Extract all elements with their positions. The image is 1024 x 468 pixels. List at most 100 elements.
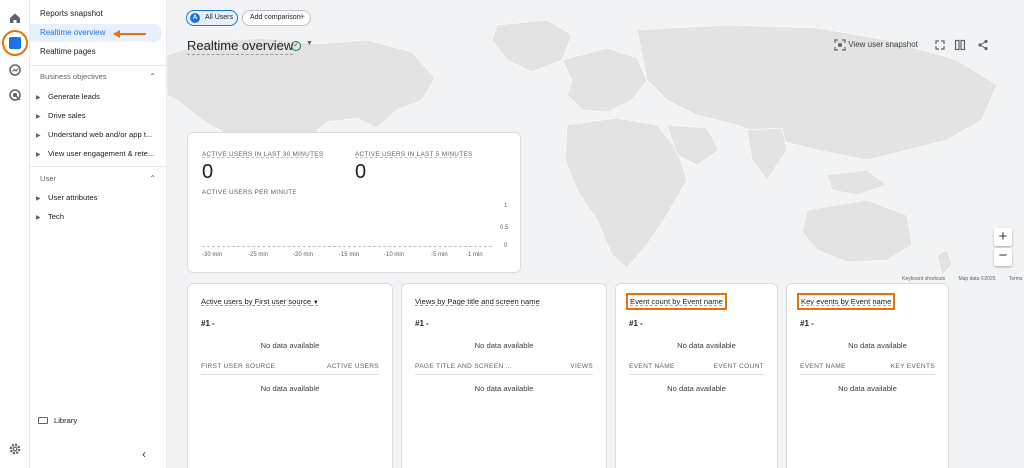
x-tick: -25 min bbox=[248, 252, 269, 258]
column-header: ACTIVE USERS bbox=[327, 363, 379, 370]
nav-link-reports-snapshot[interactable]: Reports snapshot bbox=[30, 5, 162, 23]
chevron-up-icon: ⌃ bbox=[149, 72, 156, 81]
column-header: PAGE TITLE AND SCREEN ... bbox=[415, 363, 513, 370]
metric-selector[interactable]: Active users bbox=[201, 297, 242, 306]
settings-icon[interactable] bbox=[8, 442, 22, 456]
nav-item-tech[interactable]: ▶ Tech bbox=[36, 209, 162, 225]
y-tick: 1 bbox=[504, 203, 508, 209]
column-header: EVENT NAME bbox=[629, 363, 675, 370]
divider bbox=[800, 374, 935, 375]
divider bbox=[629, 374, 764, 375]
nav-item-label: Understand web and/or app t... bbox=[48, 130, 153, 139]
per-minute-label: ACTIVE USERS PER MINUTE bbox=[202, 189, 297, 196]
divider bbox=[415, 374, 593, 375]
chevron-down-icon[interactable]: ▼ bbox=[311, 300, 319, 306]
nav-section-title: User bbox=[40, 174, 57, 183]
zoom-out-button[interactable]: − bbox=[994, 248, 1012, 266]
home-icon[interactable] bbox=[5, 8, 25, 28]
nav-item-label: Generate leads bbox=[48, 92, 100, 101]
no-data-text: No data available bbox=[474, 384, 534, 393]
rank-label: #1 - bbox=[415, 319, 429, 328]
reports-nav: Reports snapshot Realtime overview Realt… bbox=[30, 0, 167, 468]
no-data-text: No data available bbox=[260, 341, 320, 350]
chevron-down-icon[interactable]: ▼ bbox=[306, 40, 313, 47]
realtime-users-card: ACTIVE USERS IN LAST 30 MINUTES 0 ACTIVE… bbox=[187, 132, 521, 273]
column-header: KEY EVENTS bbox=[890, 363, 935, 370]
view-snapshot-label: View user snapshot bbox=[848, 40, 918, 49]
no-data-text: No data available bbox=[677, 341, 736, 350]
rank-label: #1 - bbox=[800, 319, 814, 328]
card-title: Key events by Event name bbox=[801, 297, 892, 306]
nav-item-label: Drive sales bbox=[48, 111, 86, 120]
add-comparison-label: Add comparison bbox=[250, 14, 301, 21]
share-icon[interactable] bbox=[977, 38, 989, 52]
plus-icon: + bbox=[299, 12, 305, 23]
nav-item-understand-traffic[interactable]: ▶ Understand web and/or app t... bbox=[36, 127, 162, 143]
caret-right-icon: ▶ bbox=[36, 95, 41, 101]
page-title: Realtime overview bbox=[187, 38, 294, 55]
card-title-highlighted[interactable]: Event count by Event name bbox=[626, 293, 727, 310]
folder-icon bbox=[38, 417, 48, 424]
main-area: A All Users Add comparison + Realtime ov… bbox=[167, 0, 1024, 468]
card-title[interactable]: Active users by First user source ▼ bbox=[201, 297, 319, 306]
key-events-card: Key events by Event name #1 - No data av… bbox=[786, 283, 949, 468]
keyboard-shortcuts-link[interactable]: Keyboard shortcuts bbox=[902, 276, 945, 282]
caret-right-icon: ▶ bbox=[36, 196, 41, 202]
nav-link-realtime-pages[interactable]: Realtime pages bbox=[30, 43, 162, 61]
add-comparison-button[interactable]: Add comparison + bbox=[242, 10, 311, 26]
segment-badge: A bbox=[190, 13, 200, 23]
chart-baseline bbox=[202, 246, 492, 247]
x-tick: -5 min bbox=[431, 252, 448, 258]
chevron-left-icon[interactable]: ‹ bbox=[142, 447, 146, 461]
library-label: Library bbox=[54, 416, 78, 425]
annotation-arrow-icon bbox=[113, 30, 146, 38]
x-tick: -15 min bbox=[339, 252, 360, 258]
rank-label: #1 - bbox=[629, 319, 643, 328]
y-tick: 0 bbox=[504, 243, 508, 249]
card-title[interactable]: Views by Page title and screen name bbox=[415, 297, 540, 306]
no-data-text: No data available bbox=[838, 384, 897, 393]
event-count-card: Event count by Event name #1 - No data a… bbox=[615, 283, 778, 468]
caret-right-icon: ▶ bbox=[36, 133, 41, 139]
nav-divider bbox=[30, 65, 167, 66]
nav-section-title: Business objectives bbox=[40, 72, 107, 81]
nav-item-label: User attributes bbox=[48, 193, 98, 202]
caret-right-icon: ▶ bbox=[36, 215, 41, 221]
no-data-text: No data available bbox=[848, 341, 907, 350]
nav-item-drive-sales[interactable]: ▶ Drive sales bbox=[36, 108, 162, 124]
nav-item-generate-leads[interactable]: ▶ Generate leads bbox=[36, 89, 162, 105]
nav-item-view-engagement[interactable]: ▶ View user engagement & rete... bbox=[36, 146, 162, 162]
first-user-source-card: Active users by First user source ▼ #1 -… bbox=[187, 283, 393, 468]
library-link[interactable]: Library bbox=[38, 416, 77, 425]
all-users-chip[interactable]: A All Users bbox=[186, 10, 238, 26]
x-tick: -1 min bbox=[466, 252, 483, 258]
view-snapshot-button[interactable]: View user snapshot bbox=[834, 38, 918, 52]
caret-right-icon: ▶ bbox=[36, 114, 41, 120]
compare-columns-icon[interactable] bbox=[954, 38, 966, 52]
card-title: Event count by Event name bbox=[630, 297, 723, 306]
chevron-up-icon: ⌃ bbox=[149, 174, 156, 183]
y-tick: 0.5 bbox=[500, 225, 509, 231]
check-circle-icon: ✓ bbox=[291, 41, 301, 51]
terms-link[interactable]: Terms bbox=[1009, 276, 1023, 282]
nav-section-user[interactable]: User ⌃ bbox=[40, 172, 158, 186]
nav-section-business-objectives[interactable]: Business objectives ⌃ bbox=[40, 70, 158, 84]
fullscreen-icon[interactable] bbox=[934, 38, 946, 52]
active-users-30-value: 0 bbox=[202, 161, 214, 183]
x-tick: -10 min bbox=[384, 252, 405, 258]
reports-icon[interactable] bbox=[2, 30, 28, 56]
card-title-highlighted[interactable]: Key events by Event name bbox=[797, 293, 896, 310]
icon-rail bbox=[0, 0, 30, 468]
explore-icon[interactable] bbox=[5, 60, 25, 80]
zoom-in-button[interactable]: + bbox=[994, 228, 1012, 246]
column-header: EVENT NAME bbox=[800, 363, 846, 370]
nav-item-user-attributes[interactable]: ▶ User attributes bbox=[36, 190, 162, 206]
column-header: EVENT COUNT bbox=[713, 363, 764, 370]
nav-item-label: View user engagement & rete... bbox=[48, 149, 155, 158]
active-users-30-label[interactable]: ACTIVE USERS IN LAST 30 MINUTES bbox=[202, 151, 323, 158]
reports-icon-glyph bbox=[9, 37, 21, 49]
active-users-5-label[interactable]: ACTIVE USERS IN LAST 5 MINUTES bbox=[355, 151, 473, 158]
app-root: Reports snapshot Realtime overview Realt… bbox=[0, 0, 1024, 468]
no-data-text: No data available bbox=[474, 341, 534, 350]
advertising-icon[interactable] bbox=[5, 85, 25, 105]
